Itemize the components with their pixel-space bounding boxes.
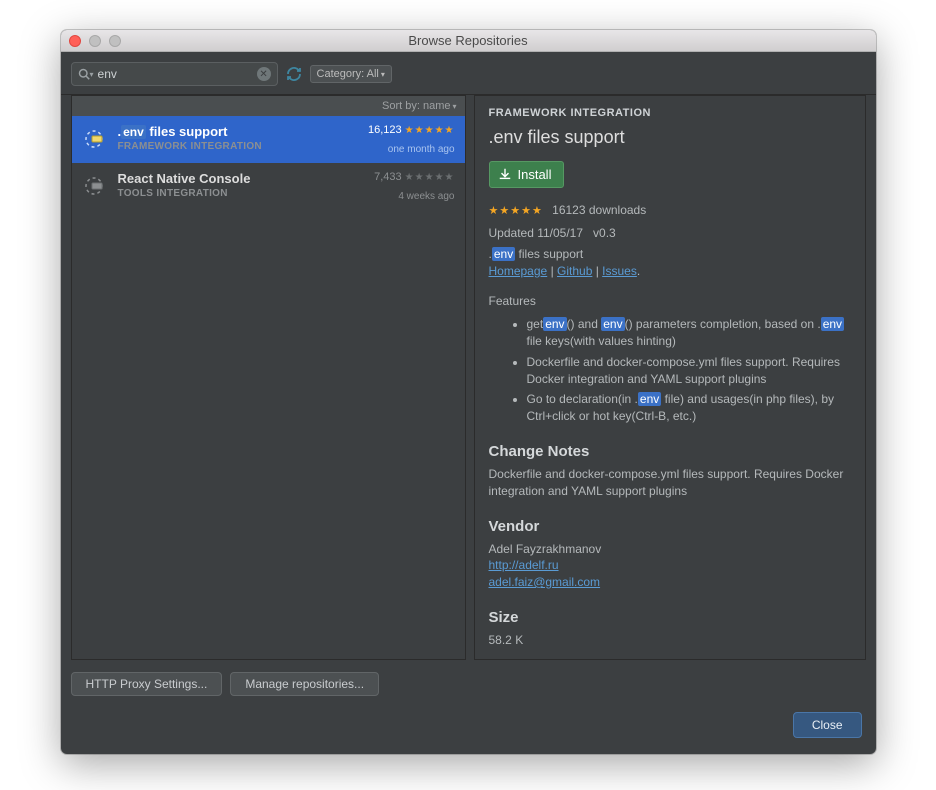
dialog-window: Browse Repositories ▾ ✕ Category: All ▾ … [61, 30, 876, 754]
close-button[interactable]: Close [793, 712, 862, 738]
plugin-name: .env files support [118, 124, 335, 139]
vendor-heading: Vendor [489, 516, 851, 537]
size-value: 58.2 K [489, 632, 851, 649]
plugin-icon [82, 173, 108, 199]
category-filter[interactable]: Category: All ▾ [310, 65, 392, 83]
vendor-email-link[interactable]: adel.faiz@gmail.com [489, 575, 601, 589]
chevron-down-icon: ▾ [381, 70, 385, 79]
download-count: 16,123 [368, 124, 402, 136]
feature-item: Go to declaration(in .env file) and usag… [527, 391, 851, 425]
homepage-link[interactable]: Homepage [489, 264, 548, 278]
search-dropdown-icon[interactable]: ▾ [90, 70, 94, 79]
toolbar: ▾ ✕ Category: All ▾ [61, 52, 876, 95]
change-notes-heading: Change Notes [489, 441, 851, 462]
download-icon [498, 167, 512, 181]
star-rating-icon: ★★★★★ [405, 172, 455, 183]
plugin-item-react-native-console[interactable]: React Native Console TOOLS INTEGRATION 7… [72, 163, 465, 210]
vendor-url-link[interactable]: http://adelf.ru [489, 558, 559, 572]
search-icon [78, 68, 90, 80]
features-heading: Features [489, 293, 851, 310]
size-heading: Size [489, 607, 851, 628]
version-label: v0.3 [593, 226, 616, 240]
updated-label: Updated 11/05/17 [489, 226, 584, 240]
detail-title: .env files support [489, 125, 851, 150]
search-input[interactable] [98, 67, 253, 81]
links-row: Homepage | Github | Issues. [489, 263, 851, 280]
stats-row: ★★★★★ 16123 downloads [489, 202, 851, 219]
chevron-down-icon: ▾ [452, 102, 456, 111]
vendor-name: Adel Fayzrakhmanov [489, 541, 851, 558]
plugin-name: React Native Console [118, 171, 335, 186]
plugin-detail-panel: FRAMEWORK INTEGRATION .env files support… [474, 95, 866, 660]
titlebar: Browse Repositories [61, 30, 876, 52]
downloads-text: 16123 downloads [552, 203, 646, 217]
plugin-icon [82, 126, 108, 152]
dialog-footer: Close [61, 702, 876, 754]
window-title: Browse Repositories [61, 33, 876, 48]
install-label: Install [518, 167, 552, 182]
short-description: .env files support [489, 246, 851, 263]
proxy-settings-button[interactable]: HTTP Proxy Settings... [71, 672, 223, 696]
issues-link[interactable]: Issues [602, 264, 637, 278]
updated-ago: one month ago [345, 144, 455, 155]
category-label: Category: All [317, 68, 379, 80]
plugin-item-env-files-support[interactable]: .env files support FRAMEWORK INTEGRATION… [72, 116, 465, 163]
github-link[interactable]: Github [557, 264, 592, 278]
manage-repositories-button[interactable]: Manage repositories... [230, 672, 379, 696]
plugin-meta: 7,433 ★★★★★ 4 weeks ago [345, 171, 455, 202]
feature-item: getenv() and env() parameters completion… [527, 316, 851, 350]
plugin-meta: 16,123 ★★★★★ one month ago [345, 124, 455, 155]
star-rating-icon: ★★★★★ [489, 205, 543, 217]
features-list: getenv() and env() parameters completion… [489, 316, 851, 425]
search-field[interactable]: ▾ ✕ [71, 62, 278, 86]
plugin-list-panel: Sort by: name ▾ .env files support FRAME… [71, 95, 466, 660]
plugin-list: .env files support FRAMEWORK INTEGRATION… [72, 116, 465, 659]
bottom-buttons: HTTP Proxy Settings... Manage repositori… [61, 660, 876, 702]
updated-ago: 4 weeks ago [345, 191, 455, 202]
install-button[interactable]: Install [489, 161, 565, 188]
plugin-category: FRAMEWORK INTEGRATION [118, 141, 335, 152]
sort-label: Sort by: name [382, 100, 450, 112]
feature-item: Dockerfile and docker-compose.yml files … [527, 354, 851, 388]
star-rating-icon: ★★★★★ [405, 125, 455, 136]
download-count: 7,433 [374, 171, 402, 183]
detail-category: FRAMEWORK INTEGRATION [489, 106, 851, 121]
clear-search-icon[interactable]: ✕ [257, 67, 271, 81]
sort-bar[interactable]: Sort by: name ▾ [72, 96, 465, 116]
refresh-button[interactable] [286, 66, 302, 82]
change-notes-text: Dockerfile and docker-compose.yml files … [489, 466, 851, 500]
plugin-category: TOOLS INTEGRATION [118, 188, 335, 199]
updated-row: Updated 11/05/17 v0.3 [489, 225, 851, 242]
